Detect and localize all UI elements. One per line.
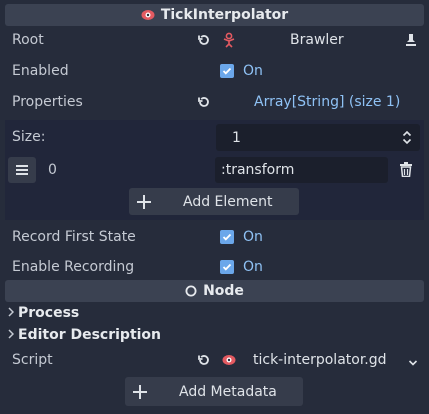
add-metadata-button[interactable]: Add Metadata — [125, 377, 303, 406]
check-icon — [222, 67, 232, 75]
chevron-right-icon — [8, 328, 15, 342]
tickinterpolator-header: TickInterpolator — [5, 4, 424, 26]
header-title: TickInterpolator — [160, 7, 289, 23]
node-header-title: Node — [203, 283, 244, 299]
check-icon — [222, 263, 232, 271]
editor-description-label: Editor Description — [18, 327, 162, 343]
record-first-state-checkbox[interactable] — [220, 230, 234, 244]
root-value[interactable]: Brawler — [290, 32, 344, 48]
process-label: Process — [18, 305, 80, 321]
enable-recording-checkbox[interactable] — [220, 260, 234, 274]
process-section[interactable]: Process — [8, 305, 79, 321]
script-icon — [141, 9, 155, 21]
node-header: Node — [5, 280, 424, 302]
script-label: Script — [12, 352, 53, 368]
record-first-state-value[interactable]: On — [243, 229, 263, 245]
record-first-state-label: Record First State — [12, 229, 136, 245]
add-element-label: Add Element — [183, 193, 273, 210]
enable-recording-value[interactable]: On — [243, 259, 263, 275]
script-value[interactable]: tick-interpolator.gd — [253, 352, 387, 368]
trash-icon[interactable] — [399, 162, 413, 181]
plus-icon — [133, 384, 147, 399]
properties-array-button[interactable]: Array[String] (size 1) — [254, 94, 400, 110]
properties-label: Properties — [12, 94, 83, 110]
revert-icon[interactable] — [197, 33, 211, 47]
node-icon — [221, 32, 237, 52]
element-value: :transform — [221, 162, 295, 178]
size-label: Size: — [12, 129, 46, 145]
hamburger-icon — [16, 165, 28, 175]
element-index: 0 — [48, 162, 57, 178]
enabled-value[interactable]: On — [243, 63, 263, 79]
add-metadata-label: Add Metadata — [179, 383, 277, 400]
pin-icon[interactable] — [405, 33, 417, 51]
editor-description-section[interactable]: Editor Description — [8, 327, 161, 343]
root-label: Root — [12, 32, 44, 48]
stepper-icon[interactable] — [402, 130, 412, 149]
enable-recording-label: Enable Recording — [12, 259, 135, 275]
add-element-button[interactable]: Add Element — [129, 188, 299, 215]
chevron-right-icon — [8, 306, 15, 320]
gdscript-icon — [222, 354, 236, 370]
size-spinbox[interactable]: 1 — [216, 124, 420, 151]
plus-icon — [137, 194, 151, 209]
revert-icon[interactable] — [197, 353, 211, 367]
drag-handle[interactable] — [8, 157, 36, 183]
enabled-checkbox[interactable] — [220, 64, 234, 78]
element-value-input[interactable]: :transform — [215, 157, 388, 183]
size-value: 1 — [232, 129, 241, 146]
enabled-label: Enabled — [12, 63, 69, 79]
check-icon — [222, 233, 232, 241]
chevron-down-icon[interactable] — [408, 355, 418, 371]
revert-icon[interactable] — [197, 95, 211, 109]
node-circle-icon — [185, 285, 197, 297]
